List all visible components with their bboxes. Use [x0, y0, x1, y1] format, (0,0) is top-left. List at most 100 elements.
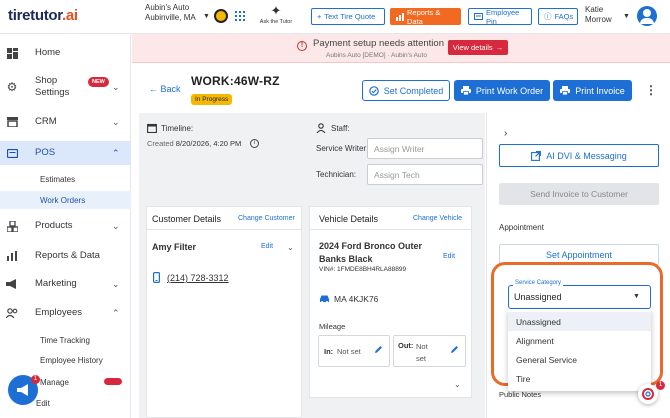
customer-name: Amy Filter: [152, 242, 197, 252]
sidebar-item-home[interactable]: Home: [0, 46, 131, 60]
grid-icon: [6, 47, 18, 59]
mileage-in-value: Not set: [337, 347, 361, 356]
sidebar-item-products[interactable]: Products ⌄: [0, 219, 131, 233]
sidebar-item-label: Manage: [40, 377, 69, 387]
shop-logo-icon: [214, 9, 228, 23]
vehicle-details-title: Vehicle Details: [319, 214, 379, 224]
vehicle-name: 2024 Ford Bronco Outer Banks Black: [319, 241, 423, 264]
arrow-right-icon: →: [495, 43, 504, 52]
sidebar-item-label: Products: [35, 220, 73, 231]
service-category-label: Service Category: [513, 280, 564, 286]
sidebar: Home ⚙ Shop Settings NEW ⌄ CRM ⌄ POS ⌃ E…: [0, 34, 131, 418]
chevron-down-icon: ⌄: [112, 81, 120, 92]
vehicle-plate: MA 4KJK76: [334, 294, 379, 304]
edit-customer-link[interactable]: Edit: [261, 243, 273, 250]
ai-dvi-messaging-button[interactable]: AI DVI & Messaging: [499, 144, 659, 167]
plus-icon: +: [317, 12, 322, 21]
ask-tutor-button[interactable]: ✦ Ask the Tutor: [258, 3, 294, 26]
created-value: 8/20/2026, 4:20 PM: [175, 139, 242, 148]
user-name[interactable]: Katie Morrow: [585, 5, 623, 25]
service-writer-label: Service Writer:: [316, 144, 369, 153]
notification-badge: 1: [656, 381, 665, 390]
app-logo[interactable]: tiretutor.ai: [8, 7, 78, 24]
app-grid-icon[interactable]: [235, 11, 245, 21]
chevron-down-icon[interactable]: ⌄: [287, 243, 294, 252]
reports-data-button[interactable]: Reports & Data: [390, 8, 461, 26]
print-invoice-label: Print Invoice: [575, 85, 625, 96]
created-label: Created: [147, 139, 174, 148]
sidebar-item-label: Estimates: [40, 174, 76, 184]
printer-icon: [560, 86, 571, 95]
print-work-order-label: Print Work Order: [475, 85, 544, 96]
sidebar-item-marketing[interactable]: Marketing ⌄: [0, 277, 131, 291]
shop-selector[interactable]: Aubin's Auto Aubinville, MA: [145, 3, 207, 23]
sidebar-item-label: POS: [35, 147, 56, 158]
sidebar-item-work-orders[interactable]: Work Orders: [0, 191, 131, 209]
sparkle-icon: ✦: [270, 3, 282, 18]
change-customer-link[interactable]: Change Customer: [238, 215, 295, 222]
manage-badge: [104, 378, 122, 385]
more-options-icon[interactable]: ⋮: [645, 83, 657, 97]
alert-icon: !: [297, 41, 307, 51]
technician-select[interactable]: Assign Tech: [367, 164, 483, 185]
help-circle-icon: ⓘ: [544, 12, 552, 21]
mileage-out-label: Out:: [398, 341, 414, 350]
print-invoice-button[interactable]: Print Invoice: [553, 80, 632, 101]
change-vehicle-link[interactable]: Change Vehicle: [413, 215, 462, 222]
public-notes-label: Public Notes: [499, 390, 542, 399]
faqs-button[interactable]: ⓘ FAQs: [538, 8, 578, 25]
megaphone-icon: [6, 278, 18, 290]
info-circle-icon[interactable]: i: [250, 139, 259, 148]
created-date: Created 8/20/2026, 4:20 PM: [147, 139, 241, 148]
service-category-option[interactable]: General Service: [508, 350, 651, 369]
caret-down-icon[interactable]: ▼: [203, 13, 210, 20]
chevron-down-icon: ⌄: [112, 278, 120, 289]
sidebar-item-time-tracking[interactable]: Time Tracking: [0, 331, 131, 349]
caret-down-icon[interactable]: ▼: [623, 13, 630, 20]
chevron-down-icon[interactable]: ⌄: [454, 380, 461, 389]
sidebar-item-shop-settings[interactable]: ⚙ Shop Settings NEW ⌄: [0, 74, 131, 100]
help-widget-button[interactable]: [638, 384, 658, 404]
service-category-option[interactable]: Tire: [508, 369, 651, 388]
customer-details-title: Customer Details: [152, 214, 222, 224]
text-tire-quote-button[interactable]: + Text Tire Quote: [311, 8, 385, 25]
sidebar-item-estimates[interactable]: Estimates: [0, 170, 131, 188]
view-details-button[interactable]: View details →: [448, 40, 508, 55]
sidebar-item-label: Marketing: [35, 278, 77, 289]
send-invoice-button[interactable]: Send Invoice to Customer: [499, 183, 659, 205]
alert-subtitle: Aubins Auto [DEMO] · Aubin's Auto: [326, 52, 427, 59]
ask-tutor-label: Ask the Tutor: [259, 19, 293, 25]
sidebar-item-employees[interactable]: Employees ⌃: [0, 306, 131, 320]
alert-title: Payment setup needs attention: [313, 38, 444, 49]
back-link[interactable]: ← Back: [149, 84, 181, 94]
customer-phone[interactable]: (214) 728-3312: [167, 273, 229, 283]
caret-down-icon[interactable]: ▼: [633, 293, 640, 300]
avatar[interactable]: [637, 6, 657, 26]
chart-icon: [396, 12, 404, 21]
chevron-up-icon: ⌃: [112, 307, 120, 318]
set-completed-button[interactable]: Set Completed: [362, 80, 450, 101]
megaphone-icon: [16, 384, 30, 396]
service-category-value: Unassigned: [514, 292, 562, 302]
people-icon: [6, 307, 18, 319]
print-work-order-button[interactable]: Print Work Order: [454, 80, 550, 101]
sidebar-item-employee-history[interactable]: Employee History: [0, 351, 131, 369]
sidebar-item-label: Time Tracking: [40, 335, 90, 345]
printer-icon: [460, 86, 471, 95]
edit-vehicle-link[interactable]: Edit: [443, 253, 455, 260]
sidebar-item-pos[interactable]: POS ⌃: [0, 141, 131, 165]
faqs-label: FAQs: [554, 12, 574, 21]
chevron-right-icon[interactable]: ›: [504, 128, 507, 139]
chevron-down-icon: ⌄: [112, 220, 120, 231]
pencil-icon[interactable]: [374, 345, 383, 354]
sidebar-item-reports[interactable]: Reports & Data: [0, 249, 131, 263]
service-category-option[interactable]: Alignment: [508, 331, 651, 350]
service-writer-select[interactable]: Assign Writer: [367, 138, 483, 159]
pencil-icon[interactable]: [450, 345, 459, 354]
notification-badge: 1: [31, 375, 40, 384]
employee-pin-button[interactable]: Employee Pin: [468, 8, 532, 26]
sidebar-item-crm[interactable]: CRM ⌄: [0, 114, 131, 130]
divider: [309, 229, 472, 230]
person-icon: [316, 123, 326, 133]
service-category-option[interactable]: Unassigned: [508, 312, 651, 331]
